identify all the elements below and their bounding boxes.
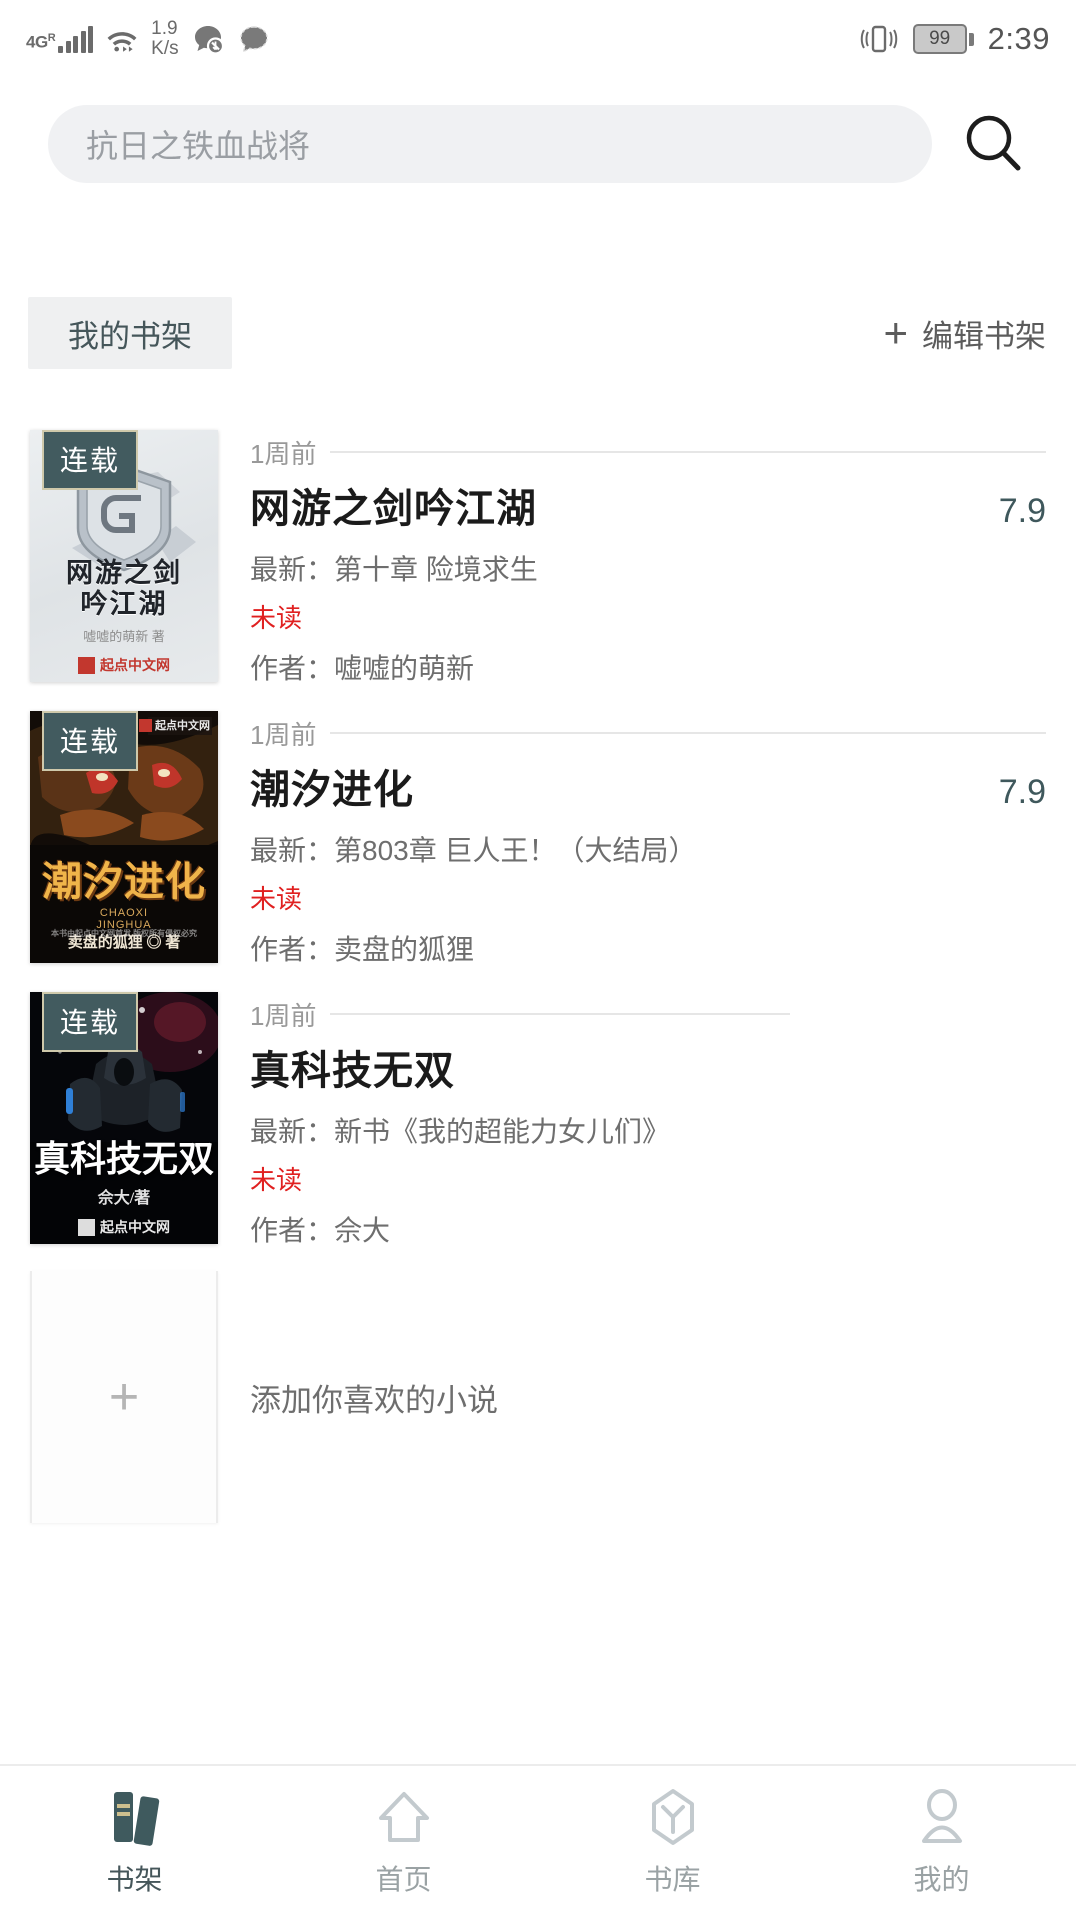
serialization-badge: 连载 [42,992,139,1052]
status-bar-right: 99 2:39 [859,21,1050,57]
wifi-icon [107,32,137,52]
app-root: 4GR 1.9 K/s 99 2:39 抗日之铁血战将 我的书架 + 编辑书架 … [0,0,1076,1916]
divider [330,732,1046,734]
search-input[interactable]: 抗日之铁血战将 [48,105,932,183]
add-book-card[interactable]: + [30,1271,218,1523]
updated-row: 1周前 [250,430,1046,474]
cover-publisher: 起点中文网 [30,655,218,675]
cover-author: 嘘嘘的萌新 著 [83,629,165,644]
books-icon [104,1784,166,1846]
cover-title: 网游之剑 吟江湖 [66,558,182,619]
nav-item-home[interactable]: 首页 [269,1784,538,1898]
cover-author: 佘大/著 [97,1190,151,1207]
search-button[interactable] [956,107,1030,181]
bookshelf-list: 网游之剑 吟江湖 嘘嘘的萌新 著 起点中文网 连载 1周前 网游之剑吟江湖 7.9 [0,430,1076,1523]
unread-status: 未读 [250,884,303,914]
updated-row: 1周前 [250,992,1046,1036]
latest-chapter: 最新：新书《我的超能力女儿们》 [250,1116,671,1147]
latest-chapter: 最新：第十章 险境求生 [250,554,538,585]
book-title[interactable]: 真科技无双 [250,1038,455,1096]
nav-label-library: 书库 [644,1864,701,1895]
book-info: 1周前 潮汐进化 7.9 最新：第803章 巨人王！（大结局） 未读 作者：卖盘… [218,711,1076,968]
book-cover-wrap[interactable]: 真科技无双 佘大/著 起点中文网 连载 [30,992,218,1249]
book-info: 1周前 网游之剑吟江湖 7.9 最新：第十章 险境求生 未读 作者：嘘嘘的萌新 [218,430,1076,687]
book-info: 1周前 真科技无双 最新：新书《我的超能力女儿们》 未读 作者：佘大 [218,992,1076,1249]
cover-publisher: 起点中文网 [30,1217,218,1237]
book-list-item[interactable]: 网游之剑 吟江湖 嘘嘘的萌新 著 起点中文网 连载 1周前 网游之剑吟江湖 7.9 [0,430,1076,687]
edit-bookshelf-button[interactable]: + 编辑书架 [883,311,1046,356]
book-title[interactable]: 潮汐进化 [250,757,414,815]
nav-label-home: 首页 [375,1864,432,1895]
book-cover-wrap[interactable]: 潮汐进化 CHAOXI JINGHUA 卖盘的狐狸 ◎ 著 本书由起点中文网首发 … [30,711,218,968]
cover-title: 真科技无双 [33,1139,214,1179]
divider [330,1013,791,1015]
title-row: 真科技无双 [250,1038,1046,1096]
edit-bookshelf-label: 编辑书架 [922,318,1046,354]
status-bar: 4GR 1.9 K/s 99 2:39 [0,0,1076,78]
search-row: 抗日之铁血战将 [0,96,1076,192]
library-hexagon-icon [642,1784,704,1846]
serialization-badge: 连载 [42,430,139,490]
book-title[interactable]: 网游之剑吟江湖 [250,476,537,534]
unread-status: 未读 [250,1165,303,1195]
add-book-row[interactable]: + 添加你喜欢的小说 [0,1271,1076,1523]
publisher-logo-icon [78,1218,95,1236]
book-cover-wrap[interactable]: 网游之剑 吟江湖 嘘嘘的萌新 著 起点中文网 连载 [30,430,218,687]
publisher-name: 起点中文网 [100,1221,170,1236]
book-list-item[interactable]: 真科技无双 佘大/著 起点中文网 连载 1周前 真科技无双 最新：新书《我的超能… [0,992,1076,1249]
nav-item-bookshelf[interactable]: 书架 [0,1784,269,1898]
latest-chapter: 最新：第803章 巨人王！（大结局） [250,835,697,866]
search-placeholder: 抗日之铁血战将 [86,128,311,164]
nav-label-profile: 我的 [913,1864,970,1895]
clock: 2:39 [987,21,1050,56]
nav-item-library[interactable]: 书库 [538,1784,807,1898]
network-type-label: 4GR [26,32,56,52]
search-icon [966,115,1021,171]
publisher-name: 起点中文网 [155,720,210,732]
chat-bubble-mute-icon [194,26,224,55]
home-arrow-icon [373,1784,435,1846]
book-list-item[interactable]: 潮汐进化 CHAOXI JINGHUA 卖盘的狐狸 ◎ 著 本书由起点中文网首发 … [0,711,1076,968]
bottom-navigation: 书架 首页 书库 我的 [0,1764,1076,1916]
updated-row: 1周前 [250,711,1046,755]
battery-indicator: 99 [912,24,974,54]
updated-time: 1周前 [250,438,317,469]
vibrate-icon [860,25,897,53]
person-icon [911,1784,973,1846]
chat-bubble-icon [239,26,268,53]
cover-publisher-top: 起点中文网 [139,717,210,733]
publisher-logo-icon [78,656,95,674]
cover-tagline: 本书由起点中文网首发 版权所有侵权必究 [51,929,197,938]
cover-publisher: 本书由起点中文网首发 版权所有侵权必究 [30,928,218,939]
book-rating: 7.9 [998,492,1046,530]
status-bar-left: 4GR 1.9 K/s [26,19,271,59]
book-author: 作者：嘘嘘的萌新 [250,653,475,684]
book-rating: 7.9 [998,773,1046,811]
signal-bars-icon [58,25,94,53]
nav-label-bookshelf: 书架 [106,1864,163,1895]
shelf-header: 我的书架 + 编辑书架 [0,294,1076,372]
book-author: 作者：佘大 [250,1215,391,1246]
tab-my-bookshelf[interactable]: 我的书架 [28,297,232,369]
tab-my-bookshelf-label: 我的书架 [68,318,192,354]
serialization-badge: 连载 [42,711,139,771]
updated-time: 1周前 [250,719,317,750]
updated-time: 1周前 [250,1000,317,1031]
publisher-name: 起点中文网 [100,659,170,674]
plus-icon: + [108,1368,140,1426]
cellular-signal: 4GR [26,25,94,53]
add-book-label: 添加你喜欢的小说 [250,1382,498,1418]
book-author: 作者：卖盘的狐狸 [250,934,475,965]
cover-title: 潮汐进化 [42,859,206,904]
title-row: 网游之剑吟江湖 7.9 [250,476,1046,534]
nav-item-profile[interactable]: 我的 [807,1784,1076,1898]
plus-icon: + [883,309,908,356]
divider [330,451,1046,453]
network-speed: 1.9 K/s [151,18,179,59]
title-row: 潮汐进化 7.9 [250,757,1046,815]
publisher-logo-icon [139,718,152,732]
unread-status: 未读 [250,603,303,633]
